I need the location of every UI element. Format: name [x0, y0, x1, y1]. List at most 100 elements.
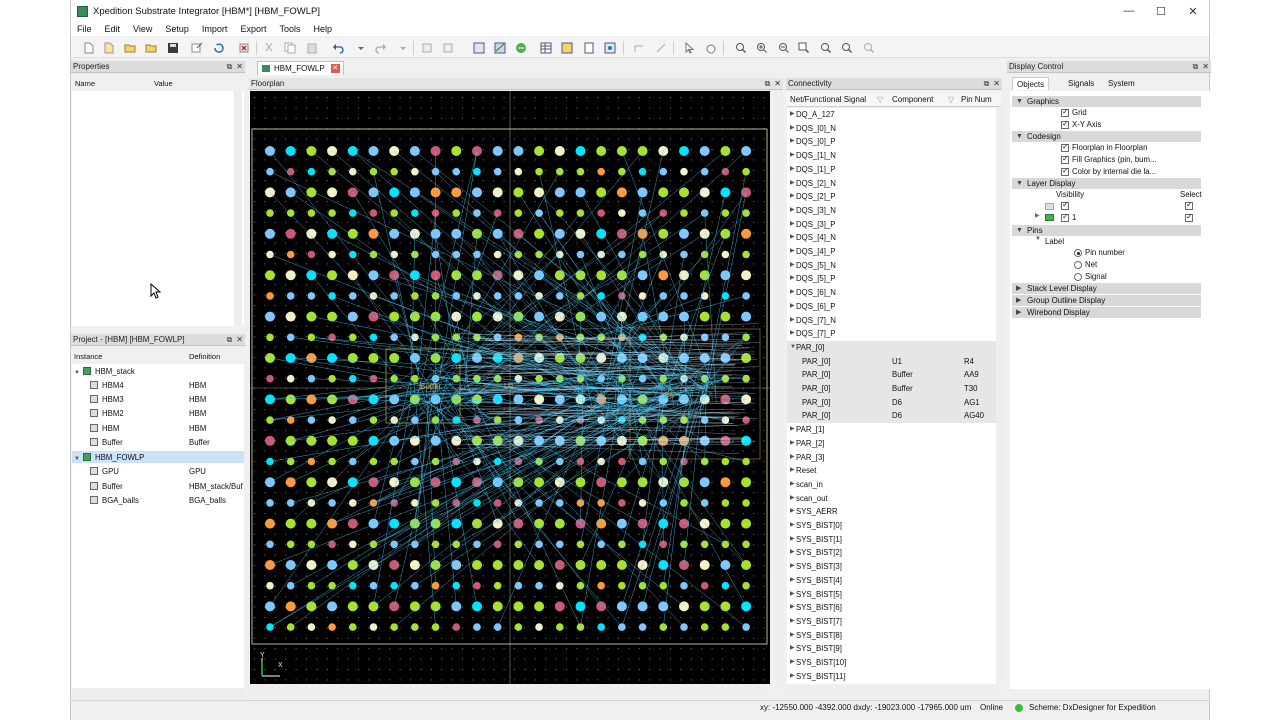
menu-import[interactable]: Import: [202, 24, 228, 34]
net-radio[interactable]: [1074, 261, 1082, 269]
tree-row-buffer-2[interactable]: Buffer: [90, 480, 123, 493]
bga-ball[interactable]: [347, 187, 358, 198]
bga-ball[interactable]: [266, 581, 274, 590]
color-by-die-checkbox[interactable]: [1061, 166, 1069, 176]
bga-ball[interactable]: [596, 187, 607, 198]
bga-ball[interactable]: [575, 187, 586, 198]
expand-icon[interactable]: ▶: [790, 272, 795, 286]
float-icon[interactable]: ⧉: [984, 79, 990, 88]
bga-ball[interactable]: [658, 601, 669, 612]
expand-icon[interactable]: ▶: [790, 149, 795, 163]
connectivity-net-row[interactable]: ▶ DQS_[6]_N: [787, 286, 999, 300]
properties-grid[interactable]: [72, 91, 244, 326]
bga-ball[interactable]: [411, 250, 419, 259]
bga-ball[interactable]: [389, 518, 400, 529]
bga-ball[interactable]: [513, 601, 524, 612]
connectivity-net-row[interactable]: ▶ PAR_[3]: [787, 451, 999, 465]
connectivity-net-row[interactable]: ▶ DQS_[2]_N: [787, 177, 999, 191]
bga-ball[interactable]: [679, 228, 689, 239]
bga-ball[interactable]: [286, 167, 295, 176]
connectivity-net-row[interactable]: ▶ SYS_BIST[0]: [787, 519, 999, 533]
collapse-icon[interactable]: ▼: [74, 456, 80, 462]
undo-dropdown-icon[interactable]: [355, 42, 367, 54]
floorplan-view-icon[interactable]: [473, 42, 485, 54]
connectivity-net-row[interactable]: ▶ DQS_[3]_P: [787, 218, 999, 232]
bga-ball[interactable]: [452, 250, 461, 259]
bga-ball[interactable]: [411, 167, 419, 176]
bga-ball[interactable]: [369, 499, 378, 507]
bga-ball[interactable]: [285, 601, 296, 612]
bga-ball[interactable]: [721, 250, 730, 259]
bga-ball[interactable]: [535, 250, 543, 259]
bga-ball[interactable]: [451, 518, 462, 529]
bga-ball[interactable]: [368, 187, 379, 198]
bga-ball[interactable]: [327, 601, 338, 612]
section-wirebond[interactable]: ▶ Wirebond Display: [1012, 307, 1201, 318]
bga-ball[interactable]: [285, 394, 296, 405]
bga-ball[interactable]: [265, 518, 275, 529]
bga-ball[interactable]: [306, 560, 317, 570]
bga-ball[interactable]: [452, 209, 461, 217]
bga-ball[interactable]: [265, 311, 275, 322]
connectivity-net-row[interactable]: ▶ DQ_A_127: [787, 108, 999, 122]
connectivity-pin-row[interactable]: PAR_[0] D6 AG1: [787, 395, 999, 410]
bga-ball[interactable]: [700, 581, 709, 590]
bga-ball[interactable]: [349, 623, 357, 631]
connectivity-pin-row[interactable]: PAR_[0] Buffer AA9: [787, 368, 999, 382]
bga-ball[interactable]: [534, 601, 545, 612]
bga-ball[interactable]: [473, 167, 481, 176]
expand-icon[interactable]: ▶: [790, 177, 795, 191]
bga-ball[interactable]: [390, 292, 398, 300]
bga-ball[interactable]: [492, 146, 503, 156]
bga-ball[interactable]: [347, 601, 358, 612]
pin-number-radio[interactable]: [1074, 249, 1082, 257]
bga-ball[interactable]: [741, 477, 752, 488]
open-folder-icon[interactable]: [145, 42, 157, 54]
bga-ball[interactable]: [721, 499, 730, 507]
bga-ball[interactable]: [266, 333, 274, 342]
route-icon[interactable]: [494, 42, 506, 54]
project-col-definition[interactable]: Definition: [189, 352, 220, 361]
section-stack-level[interactable]: ▶ Stack Level Display: [1012, 283, 1201, 294]
bga-ball[interactable]: [741, 353, 752, 363]
bga-ball[interactable]: [369, 209, 378, 217]
bga-ball[interactable]: [720, 187, 731, 198]
bga-ball[interactable]: [513, 560, 524, 570]
bga-ball[interactable]: [430, 601, 441, 612]
connectivity-net-row[interactable]: ▶ DQS_[0]_N: [787, 122, 999, 136]
expand-icon[interactable]: ▶: [790, 314, 795, 328]
expand-icon[interactable]: ▶: [790, 259, 795, 273]
bga-ball[interactable]: [699, 601, 710, 612]
bga-ball[interactable]: [306, 477, 317, 488]
bga-ball[interactable]: [285, 560, 296, 570]
expand-icon[interactable]: ▶: [790, 629, 795, 643]
undo-icon[interactable]: [332, 42, 344, 54]
close-panel-icon[interactable]: ✕: [236, 62, 243, 71]
expand-icon[interactable]: ▶: [790, 546, 795, 560]
connectivity-net-row[interactable]: ▶ SYS_BIST[3]: [787, 560, 999, 574]
bga-ball[interactable]: [554, 146, 565, 156]
bga-ball[interactable]: [575, 146, 586, 156]
save-icon[interactable]: [167, 42, 179, 54]
report-icon[interactable]: [583, 42, 595, 54]
bga-ball[interactable]: [535, 581, 543, 590]
bga-ball[interactable]: [699, 146, 710, 156]
bga-ball[interactable]: [285, 228, 296, 239]
bga-ball[interactable]: [307, 292, 316, 300]
bga-ball[interactable]: [307, 623, 316, 631]
new-icon[interactable]: [83, 42, 95, 54]
expand-icon[interactable]: ▶: [790, 615, 795, 629]
bga-ball[interactable]: [638, 499, 647, 507]
bga-ball[interactable]: [328, 457, 336, 466]
bga-ball[interactable]: [451, 187, 462, 198]
bga-ball[interactable]: [307, 540, 316, 549]
connectivity-net-row[interactable]: ▶ DQS_[1]_P: [787, 163, 999, 177]
layer-all-select-checkbox[interactable]: [1185, 200, 1193, 210]
bga-ball[interactable]: [369, 581, 378, 590]
fill-graphics-checkbox[interactable]: [1061, 154, 1069, 164]
bga-ball[interactable]: [742, 581, 750, 590]
bga-ball[interactable]: [576, 457, 585, 466]
bga-ball[interactable]: [369, 457, 378, 466]
bga-ball[interactable]: [328, 292, 336, 300]
expand-icon[interactable]: ▶: [790, 437, 795, 451]
